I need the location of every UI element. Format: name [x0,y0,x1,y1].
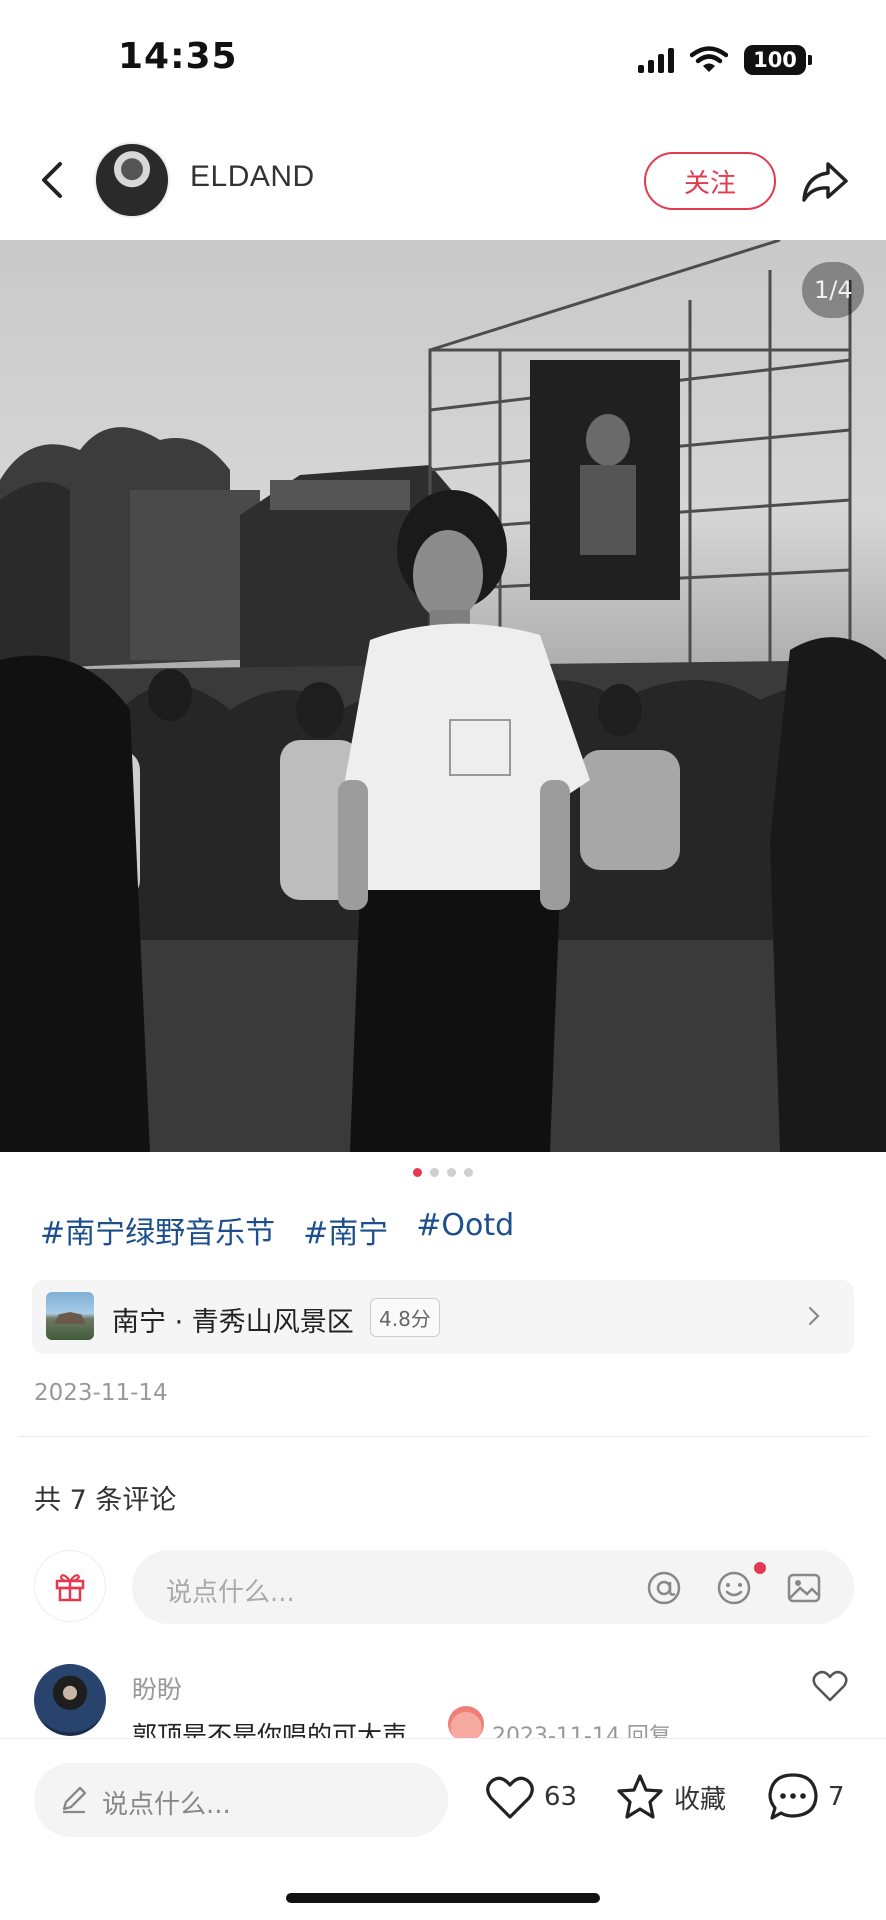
comment-like-heart-icon[interactable] [810,1666,850,1706]
star-icon [617,1774,663,1819]
heart-icon [486,1776,534,1819]
status-bar: 14:35 100 [0,0,886,120]
post-photo[interactable]: 1/4 [0,240,886,1152]
comment-bubble-icon [768,1773,818,1820]
wifi-icon [690,46,728,72]
hashtag-list: #南宁绿野音乐节 #南宁 #Ootd [40,1208,514,1252]
bottom-input-placeholder: 说点什么... [102,1790,231,1820]
comment-total: 7 [828,1782,845,1812]
location-thumbnail [46,1292,94,1340]
commenter-avatar[interactable] [34,1664,106,1736]
mention-icon[interactable] [644,1568,684,1608]
share-icon[interactable] [796,154,852,210]
emoji-icon[interactable] [714,1568,754,1608]
location-name: 南宁 · 青秀山风景区 [112,1307,354,1338]
pagination-dot [464,1168,473,1177]
hashtag-link[interactable]: #Ootd [416,1208,514,1252]
gift-button[interactable] [34,1550,106,1622]
pencil-icon [62,1786,87,1814]
collect-label: 收藏 [674,1784,727,1815]
collect-button[interactable]: 收藏 [614,1767,726,1827]
status-icons: 100 [638,44,812,76]
status-time: 14:35 [118,36,238,77]
concert-photo-illustration [0,240,886,1152]
bottom-comment-input[interactable]: 说点什么... [34,1763,448,1837]
pagination-dot [413,1168,422,1177]
back-arrow-icon[interactable] [30,156,78,204]
author-avatar[interactable] [94,142,170,218]
comment-input-placeholder: 说点什么... [166,1578,295,1608]
author-username[interactable]: ELDAND [190,160,315,194]
cellular-signal-icon [638,47,674,73]
comments-button[interactable]: 7 [766,1767,845,1827]
gift-icon [55,1574,85,1602]
image-icon[interactable] [784,1568,824,1608]
pagination-dot [447,1168,456,1177]
post-date: 2023-11-14 [34,1380,168,1406]
battery-indicator: 100 [744,45,812,75]
bottom-action-bar: 说点什么... 63 收藏 7 [0,1738,886,1920]
notification-dot [754,1562,766,1574]
location-card[interactable]: 南宁 · 青秀山风景区 4.8分 [32,1280,854,1354]
hashtag-link[interactable]: #南宁绿野音乐节 [40,1208,275,1252]
comment-author[interactable]: 盼盼 [132,1670,182,1706]
comment-input[interactable]: 说点什么... [132,1550,854,1624]
pagination-dot [430,1168,439,1177]
home-indicator[interactable] [286,1893,600,1903]
like-button[interactable]: 63 [484,1767,577,1827]
divider [18,1436,868,1437]
hashtag-link[interactable]: #南宁 [303,1208,388,1252]
location-score-badge: 4.8分 [370,1298,440,1337]
like-count: 63 [544,1782,578,1812]
follow-button[interactable]: 关注 [644,152,776,210]
photo-pagination-dots [0,1168,886,1177]
post-header: ELDAND 关注 [0,120,886,240]
comment-count: 共 7 条评论 [34,1485,177,1516]
photo-page-counter: 1/4 [802,262,864,318]
chevron-right-icon [808,1306,820,1326]
peach-emoji-icon [448,1706,484,1742]
